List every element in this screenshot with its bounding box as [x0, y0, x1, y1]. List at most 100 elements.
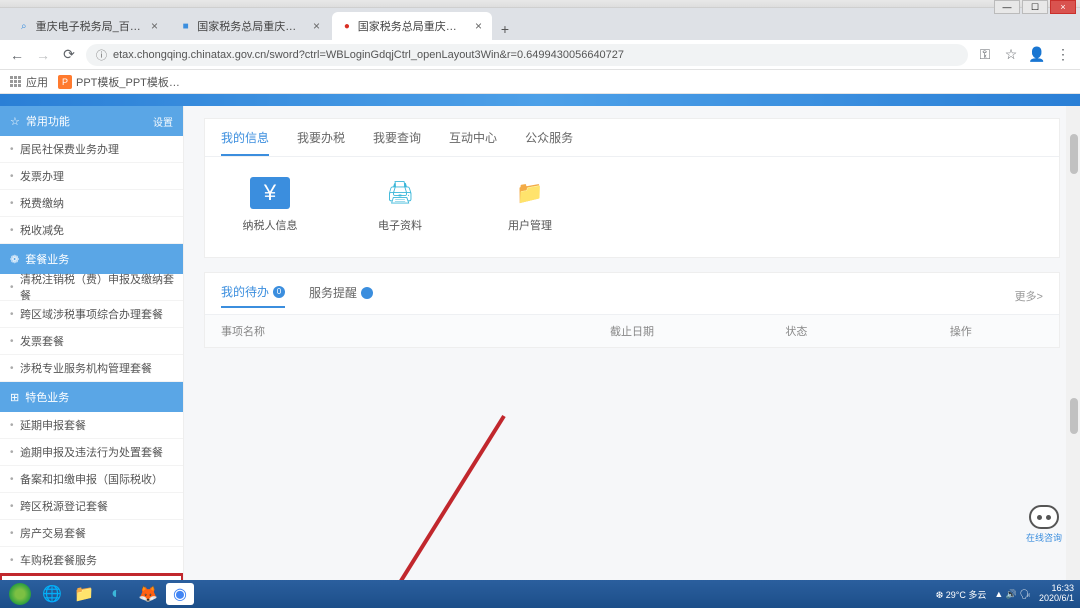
- sidebar-item-label: 清税注销税（费）申报及缴纳套餐: [20, 271, 183, 303]
- col-status: 状态: [714, 323, 878, 339]
- taskbar-clock[interactable]: 16:33 2020/6/1: [1039, 584, 1074, 604]
- main-area: 我的信息 我要办税 我要查询 互动中心 公众服务 ¥ 纳税人信息 🖨电子资料 📁用户管理 我的…: [184, 106, 1080, 580]
- sidebar-item-label: 发票办理: [20, 168, 64, 184]
- bookmark-item[interactable]: P PPT模板_PPT模板…: [58, 74, 180, 90]
- password-key-icon[interactable]: ⚿: [976, 46, 994, 64]
- main-tab[interactable]: 我要办税: [297, 129, 345, 156]
- todo-tab[interactable]: 服务提醒: [309, 284, 373, 307]
- apps-grid-icon: [10, 76, 22, 88]
- main-tab[interactable]: 公众服务: [525, 129, 573, 156]
- apps-shortcut[interactable]: 应用: [10, 74, 48, 90]
- bookmarks-bar: 应用 P PPT模板_PPT模板…: [0, 70, 1080, 94]
- start-button[interactable]: [6, 583, 34, 605]
- sidebar-item[interactable]: 车购税套餐服务: [0, 547, 183, 574]
- online-assistant[interactable]: 在线咨询: [1024, 505, 1064, 544]
- sidebar-item[interactable]: 发票套餐: [0, 328, 183, 355]
- sidebar-item[interactable]: 延期申报套餐: [0, 412, 183, 439]
- tab-favicon: ⌕: [18, 19, 30, 33]
- sidebar-group-header[interactable]: ☆常用功能设置: [0, 106, 183, 136]
- annotation-arrow: [364, 406, 524, 580]
- sidebar-group-header[interactable]: ❁ 套餐业务: [0, 244, 183, 274]
- shortcut-label: 电子资料: [378, 217, 422, 233]
- sidebar-item[interactable]: 跨区域涉税事项综合办理套餐: [0, 301, 183, 328]
- nav-reload[interactable]: ⟳: [60, 46, 78, 64]
- bookmark-star-icon[interactable]: ☆: [1002, 46, 1020, 64]
- shortcut-纳税人信息[interactable]: ¥ 纳税人信息: [235, 177, 305, 233]
- scrollbar-thumb[interactable]: [1070, 134, 1078, 174]
- tab-title: 重庆电子税务局_百度搜索: [36, 18, 141, 34]
- todo-header: 我的待办0 服务提醒 更多>: [205, 273, 1059, 315]
- taskbar-ie[interactable]: 🌐: [38, 583, 66, 605]
- sidebar-item-label: 车购税套餐服务: [20, 552, 97, 568]
- shortcut-用户管理[interactable]: 📁用户管理: [495, 177, 565, 233]
- group-title: 套餐业务: [25, 254, 69, 266]
- shortcut-icon: ¥: [250, 177, 290, 209]
- browser-tab[interactable]: ⌕ 重庆电子税务局_百度搜索 ×: [8, 12, 168, 40]
- new-tab-button[interactable]: +: [494, 18, 516, 40]
- todo-tab-badge: [361, 287, 373, 299]
- sidebar-item[interactable]: 居民社保费业务办理: [0, 136, 183, 163]
- window-maximize[interactable]: ☐: [1022, 0, 1048, 14]
- browser-menu-icon[interactable]: ⋮: [1054, 46, 1072, 64]
- taskbar-firefox[interactable]: 🦊: [134, 583, 162, 605]
- shortcut-电子资料[interactable]: 🖨电子资料: [365, 177, 435, 233]
- browser-tab[interactable]: ●国家税务总局重庆市电子税务局×: [332, 12, 492, 40]
- shortcut-label: 纳税人信息: [243, 217, 298, 233]
- ppt-icon: P: [58, 75, 72, 89]
- sidebar-item[interactable]: 税费缴纳: [0, 190, 183, 217]
- tab-title: 国家税务总局重庆市税务局: [197, 18, 303, 34]
- page-content: ☆常用功能设置居民社保费业务办理发票办理税费缴纳税收减免 ❁ 套餐业务清税注销税（费…: [0, 94, 1080, 580]
- taskbar-app[interactable]: ◐: [102, 583, 130, 605]
- sidebar-item-label: 居民社保费业务办理: [20, 141, 119, 157]
- sidebar-item[interactable]: 备案和扣缴申报（国际税收）: [0, 466, 183, 493]
- todo-tab[interactable]: 我的待办0: [221, 283, 285, 308]
- sidebar-item-label: 涉税专业服务机构管理套餐: [20, 360, 152, 376]
- profile-avatar-icon[interactable]: 👤: [1028, 46, 1046, 64]
- main-tab[interactable]: 我要查询: [373, 129, 421, 156]
- todo-card: 我的待办0服务提醒 更多> 事项名称 截止日期 状态 操作: [204, 272, 1060, 348]
- group-icon: ⊞: [10, 392, 19, 404]
- nav-back[interactable]: ←: [8, 46, 26, 64]
- tray-icons[interactable]: ▲ 🔊 🗣: [994, 589, 1031, 600]
- sidebar-item[interactable]: 发票办理: [0, 163, 183, 190]
- taskbar-explorer[interactable]: 📁: [70, 583, 98, 605]
- group-icon: ❁: [10, 254, 19, 266]
- tab-favicon: ●: [342, 19, 352, 33]
- taskbar-chrome[interactable]: ◉: [166, 583, 194, 605]
- scrollbar-thumb[interactable]: [1070, 398, 1078, 434]
- site-info-icon[interactable]: ⓘ: [96, 47, 107, 63]
- sidebar-item-label: 逾期申报及违法行为处置套餐: [20, 444, 163, 460]
- main-tab[interactable]: 互动中心: [449, 129, 497, 156]
- taskbar-weather[interactable]: ❆ 29°C 多云: [936, 588, 987, 601]
- main-tab[interactable]: 我的信息: [221, 129, 269, 156]
- sidebar-item-label: 跨区税源登记套餐: [20, 498, 108, 514]
- sidebar-item-label: 备案和扣缴申报（国际税收）: [20, 471, 163, 487]
- sidebar-item[interactable]: 房产交易套餐: [0, 520, 183, 547]
- sidebar-group-header[interactable]: ⊞ 特色业务: [0, 382, 183, 412]
- window-minimize[interactable]: —: [994, 0, 1020, 14]
- window-titlebar: — ☐ ×: [0, 0, 1080, 8]
- group-settings-link[interactable]: 设置: [153, 114, 173, 129]
- tab-close-icon[interactable]: ×: [475, 19, 482, 33]
- browser-tab[interactable]: ■国家税务总局重庆市税务局×: [170, 12, 330, 40]
- tab-close-icon[interactable]: ×: [151, 19, 158, 33]
- bookmark-label: PPT模板_PPT模板…: [76, 74, 180, 90]
- sidebar-item[interactable]: 税收减免: [0, 217, 183, 244]
- more-link[interactable]: 更多>: [1015, 288, 1043, 304]
- sidebar-item[interactable]: 逾期申报及违法行为处置套餐: [0, 439, 183, 466]
- assistant-label: 在线咨询: [1026, 531, 1062, 544]
- sidebar-item[interactable]: 跨区税源登记套餐: [0, 493, 183, 520]
- sidebar-item[interactable]: 涉税专业服务机构管理套餐: [0, 355, 183, 382]
- group-icon: ☆: [10, 116, 20, 128]
- sidebar-item[interactable]: 清税注销税（费）申报及缴纳套餐: [0, 274, 183, 301]
- browser-toolbar: ← → ⟳ ⓘ etax.chongqing.chinatax.gov.cn/s…: [0, 40, 1080, 70]
- browser-tabs: ⌕重庆电子税务局_百度搜索×■国家税务总局重庆市税务局×●国家税务总局重庆市电子…: [0, 8, 1080, 40]
- scrollbar[interactable]: [1066, 106, 1080, 580]
- address-bar[interactable]: ⓘ etax.chongqing.chinatax.gov.cn/sword?c…: [86, 44, 968, 66]
- nav-forward[interactable]: →: [34, 46, 52, 64]
- col-action: 操作: [879, 323, 1043, 339]
- window-close[interactable]: ×: [1050, 0, 1076, 14]
- shortcut-icon: 📁: [510, 177, 550, 209]
- group-title: 特色业务: [25, 392, 69, 404]
- tab-close-icon[interactable]: ×: [313, 19, 320, 33]
